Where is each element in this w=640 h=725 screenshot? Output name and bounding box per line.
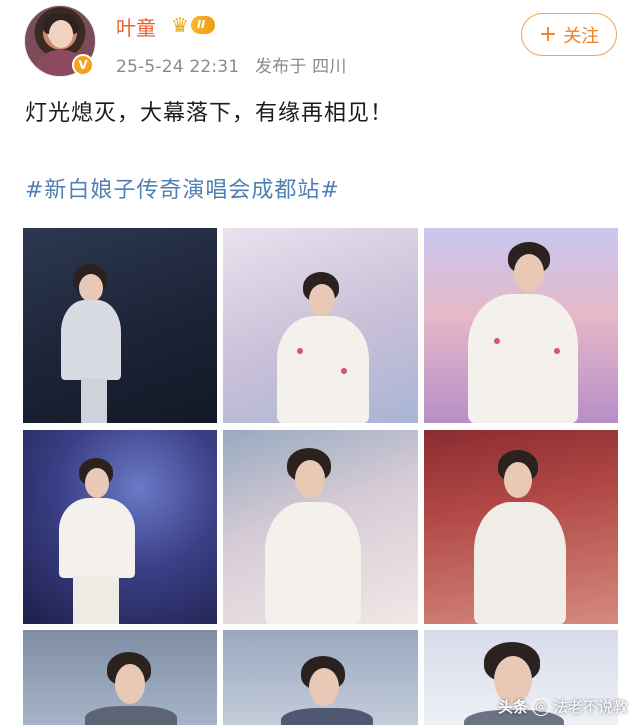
- photo-2[interactable]: [223, 228, 418, 423]
- post-time: 25-5-24 22:31: [116, 57, 240, 77]
- username[interactable]: 叶童: [116, 12, 156, 41]
- photo-8[interactable]: [223, 630, 418, 725]
- post-location: 发布于 四川: [254, 57, 347, 77]
- plus-icon: +: [538, 21, 558, 47]
- post-text: 灯光熄灭，大幕落下，有缘再相见！: [25, 101, 394, 126]
- watermark-brand: 头条: [497, 698, 528, 716]
- crown-icon: ♛: [171, 13, 189, 37]
- photo-1[interactable]: [23, 228, 217, 423]
- photo-4[interactable]: [23, 430, 217, 624]
- watermark: 头条 @ 法老不说教: [498, 696, 628, 717]
- photo-3[interactable]: [424, 228, 618, 423]
- photo-5[interactable]: [223, 430, 418, 624]
- post-meta: 25-5-24 22:31 发布于 四川: [116, 52, 357, 77]
- verified-badge-icon: V: [72, 54, 94, 76]
- at-icon: @: [531, 697, 550, 716]
- follow-label: 关注: [563, 25, 600, 47]
- follow-button[interactable]: + 关注: [521, 13, 617, 56]
- vip-level: II: [190, 16, 216, 34]
- vip-badge[interactable]: ♛ II: [171, 14, 233, 36]
- watermark-author: 法老不说教: [552, 698, 628, 716]
- photo-6[interactable]: [424, 430, 618, 624]
- hashtag-link[interactable]: #新白娘子传奇演唱会成都站#: [25, 172, 340, 204]
- photo-7[interactable]: [23, 630, 217, 725]
